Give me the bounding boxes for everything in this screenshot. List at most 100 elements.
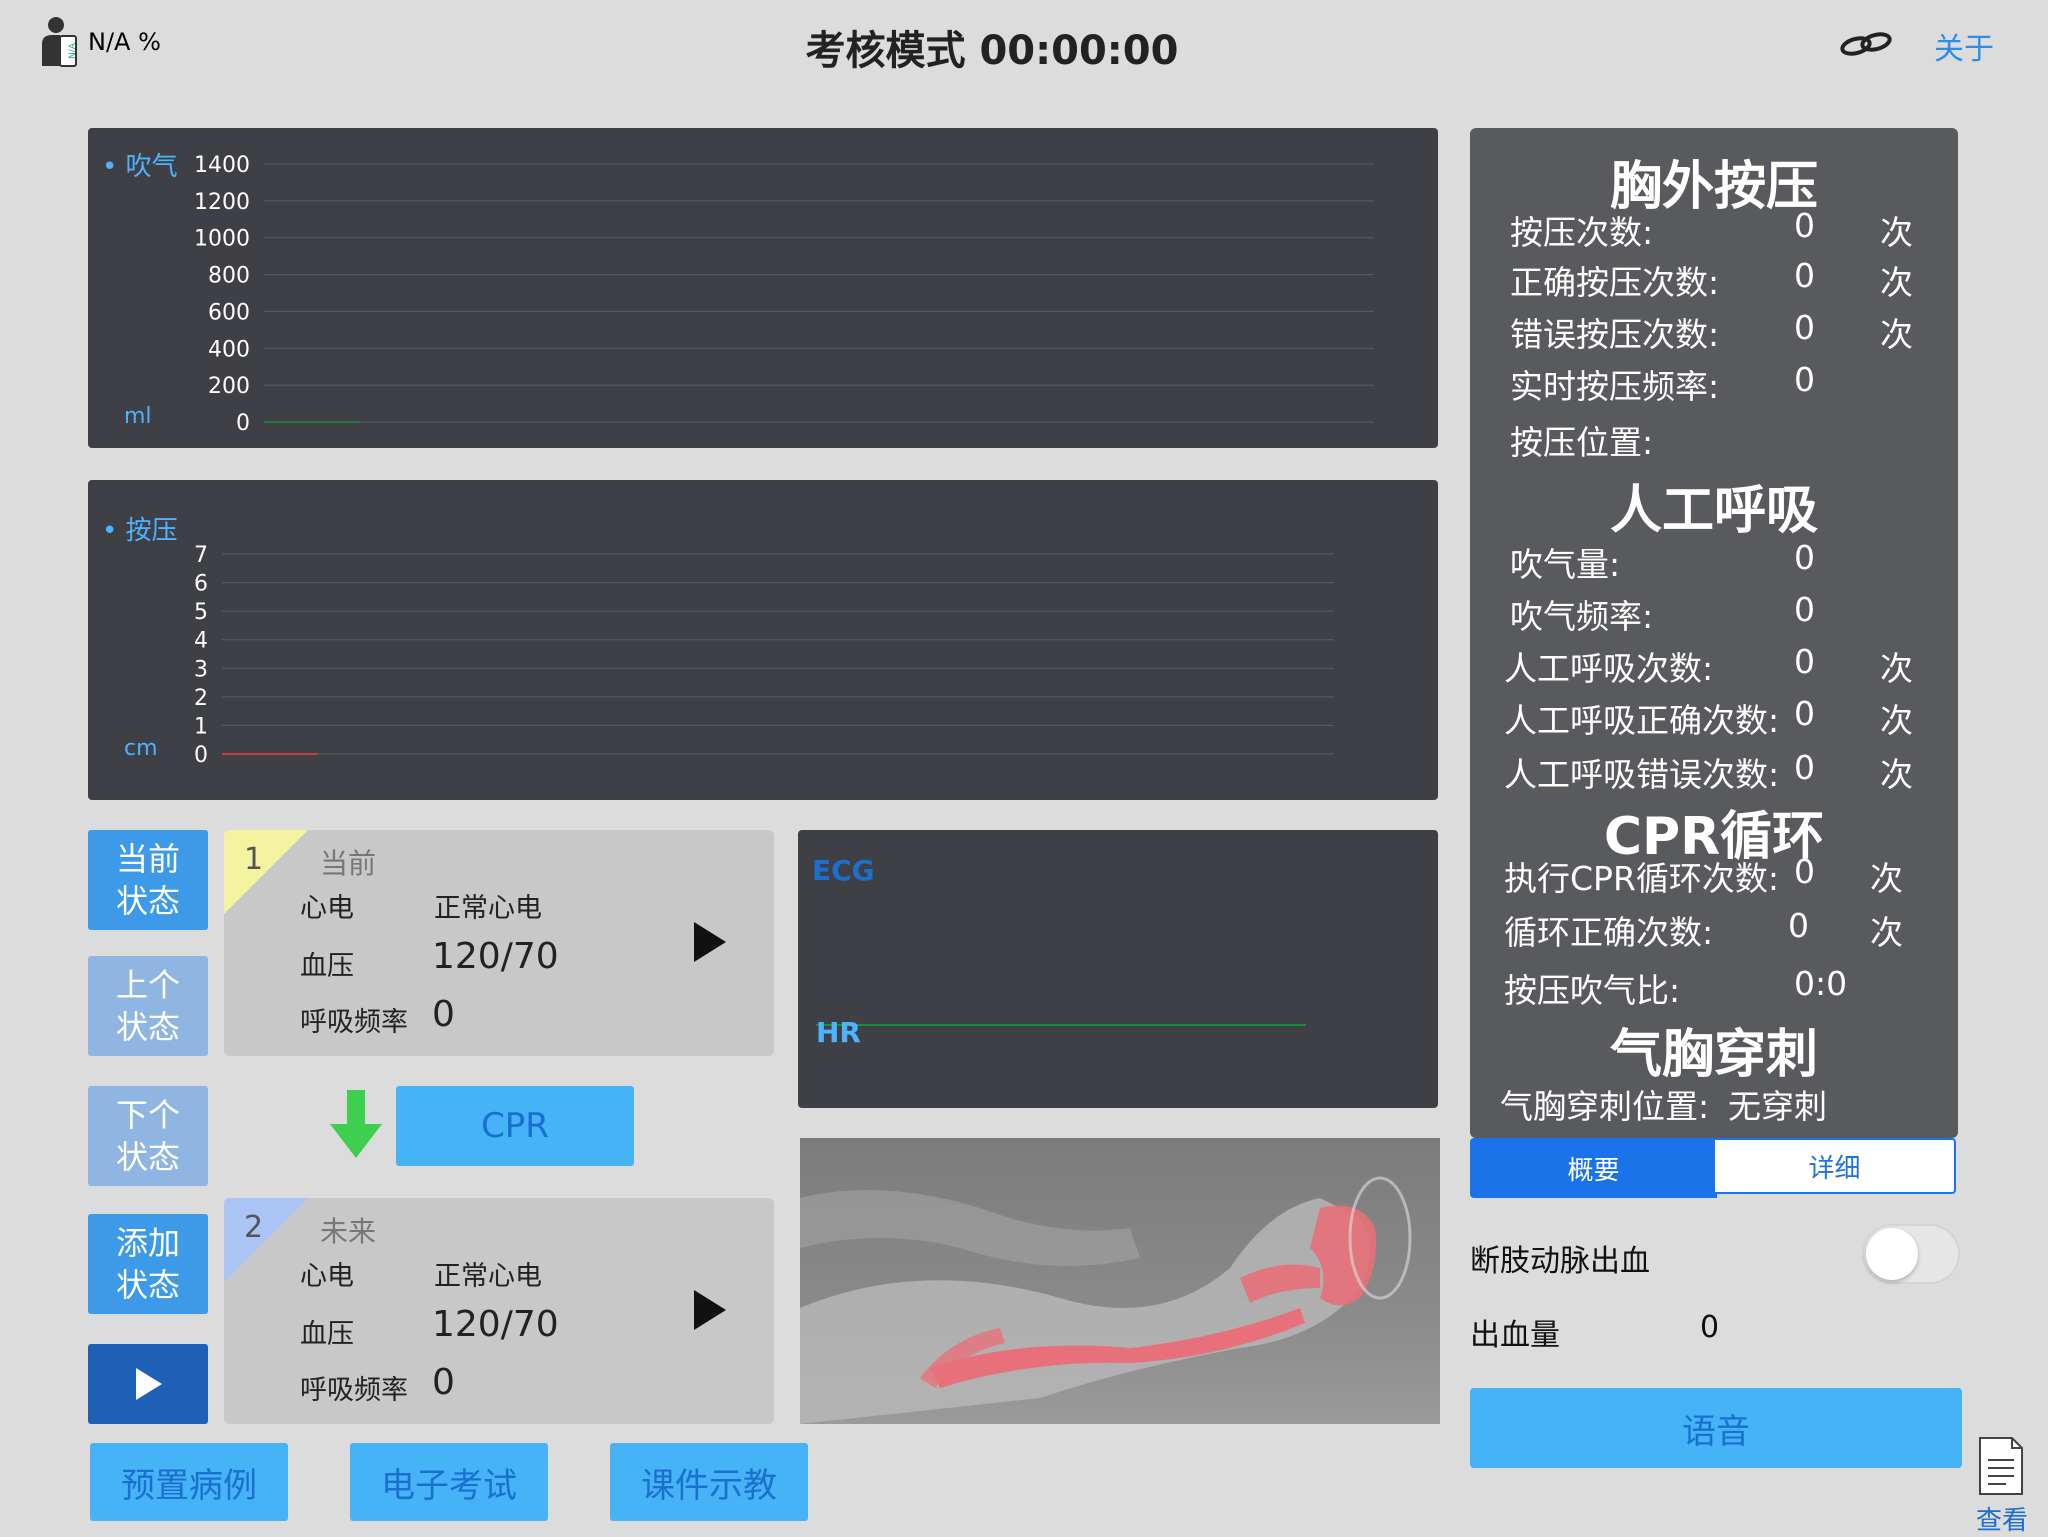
breath-chart: • 吹气 ml 0 200 400 600 800 1000 1200 1400 [88,128,1438,448]
play-icon [136,1368,162,1400]
cpr-row-value: 0:0 [1794,964,1848,1003]
card-number: 2 [244,1210,264,1245]
breath-plot: 0 200 400 600 800 1000 1200 1400 [194,153,1374,436]
chest-row-unit: 次 [1880,315,1913,354]
cpr-row-value: 0 [1788,906,1809,945]
y-tick-label: 600 [208,300,250,325]
y-tick-label: 0 [236,411,250,436]
card-corner-marker [224,1198,308,1282]
resp-row-value: 0 [1794,538,1815,577]
resp-label: 呼吸频率 [300,1375,408,1406]
card-play-button[interactable] [694,922,726,962]
card-play-button[interactable] [694,1290,726,1330]
tab-detail[interactable]: 详细 [1713,1138,1956,1194]
y-tick-label: 1 [194,714,208,739]
chest-row-unit: 次 [1880,213,1913,252]
play-all-button[interactable] [88,1344,208,1424]
resp-row-value: 0 [1794,590,1815,629]
voice-button[interactable]: 语音 [1470,1388,1962,1468]
next-state-button[interactable]: 下个 状态 [88,1086,208,1186]
page-title: 考核模式 00:00:00 [805,28,1179,74]
ecg-trace [816,1024,1306,1026]
current-state-button[interactable]: 当前 状态 [88,830,208,930]
current-state-label-1: 当前 [115,840,180,878]
y-tick-label: 800 [208,264,250,289]
cpr-row-label: 按压吹气比: [1504,971,1681,1010]
bleeding-label: 断肢动脉出血 [1470,1244,1650,1279]
chest-row-value: 0 [1794,256,1815,295]
resp-row-value: 0 [1794,642,1815,681]
add-state-button[interactable]: 添加 状态 [88,1214,208,1314]
y-tick-label: 200 [208,374,250,399]
resp-label: 呼吸频率 [300,1007,408,1038]
anatomy-image [800,1138,1440,1424]
electronic-exam-button[interactable]: 电子考试 [350,1443,548,1521]
airway-illustration [800,1176,1412,1424]
ecg-label: 心电 [300,893,354,924]
add-state-label-2: 状态 [115,1266,180,1304]
courseware-demo-button[interactable]: 课件示教 [610,1443,808,1521]
chest-row-label: 按压次数: [1510,213,1654,252]
ecg-label: 心电 [300,1261,354,1292]
y-tick-label: 1400 [194,153,250,178]
bp-value: 120/70 [432,936,559,977]
resp-value: 0 [432,994,455,1035]
pneumo-row-value: 无穿刺 [1728,1087,1827,1126]
resp-row-value: 0 [1794,694,1815,733]
cpr-row-value: 0 [1794,852,1815,891]
ecg-value: 正常心电 [434,893,542,924]
chest-row-value: 0 [1794,206,1815,245]
next-state-label-2: 状态 [115,1138,180,1176]
resp-row-unit: 次 [1880,755,1913,794]
cpr-row-unit: 次 [1870,913,1903,952]
resp-row-label: 吹气频率: [1510,597,1654,636]
view-label: 查看 [1975,1506,2028,1536]
resp-row-label: 人工呼吸错误次数: [1504,755,1780,794]
resp-row-value: 0 [1794,748,1815,787]
prev-state-button[interactable]: 上个 状态 [88,956,208,1056]
bp-label: 血压 [300,951,354,982]
prev-state-label-1: 上个 [115,966,180,1004]
hr-label: HR [816,1016,861,1049]
y-tick-label: 6 [194,572,208,597]
cpr-row-label: 循环正确次数: [1504,913,1714,952]
link-icon[interactable] [1836,28,1896,60]
chest-row-label: 错误按压次数: [1510,315,1720,354]
y-tick-label: 3 [194,657,208,682]
stats-panel: 胸外按压 按压次数: 0 次 正确按压次数: 0 次 错误按压次数: 0 次 实… [1470,128,1958,1138]
cpr-button[interactable]: CPR [396,1086,634,1166]
y-tick-label: 0 [194,743,208,768]
next-state-label-1: 下个 [115,1096,180,1134]
resp-value: 0 [432,1362,455,1403]
ecg-monitor: ECG HR [798,830,1438,1108]
y-tick-label: 5 [194,600,208,625]
view-button[interactable]: 查看 [1972,1436,2032,1536]
card-number: 1 [244,842,264,877]
bleeding-amount-label: 出血量 [1470,1318,1560,1353]
resp-row-label: 人工呼吸正确次数: [1504,701,1780,740]
preset-cases-button[interactable]: 预置病例 [90,1443,288,1521]
bleeding-amount-value: 0 [1700,1310,1720,1345]
tab-summary[interactable]: 概要 [1470,1138,1717,1198]
chest-row-unit: 次 [1880,263,1913,302]
resp-row-label: 吹气量: [1510,545,1621,584]
cpr-row-unit: 次 [1870,859,1903,898]
about-link[interactable]: 关于 [1934,24,1994,68]
ecg-value: 正常心电 [434,1261,542,1292]
chest-row-label: 正确按压次数: [1510,263,1720,302]
state-card-future[interactable]: 2 未来 心电 正常心电 血压 120/70 呼吸频率 0 [224,1198,774,1424]
prev-state-label-2: 状态 [115,1008,180,1046]
y-tick-label: 2 [194,686,208,711]
resp-row-unit: 次 [1880,701,1913,740]
bleeding-toggle[interactable] [1862,1224,1960,1284]
artificial-respiration-title: 人工呼吸 [1609,481,1818,541]
y-tick-label: 1000 [194,227,250,252]
card-tag: 未来 [320,1215,377,1248]
resp-row-unit: 次 [1880,649,1913,688]
chest-row-value: 0 [1794,308,1815,347]
down-arrow-icon [330,1090,382,1158]
pneumo-row-label: 气胸穿刺位置: [1500,1087,1710,1126]
pneumothorax-title: 气胸穿刺 [1609,1025,1818,1085]
y-tick-label: 7 [194,543,208,568]
state-card-current[interactable]: 1 当前 心电 正常心电 血压 120/70 呼吸频率 0 [224,830,774,1056]
